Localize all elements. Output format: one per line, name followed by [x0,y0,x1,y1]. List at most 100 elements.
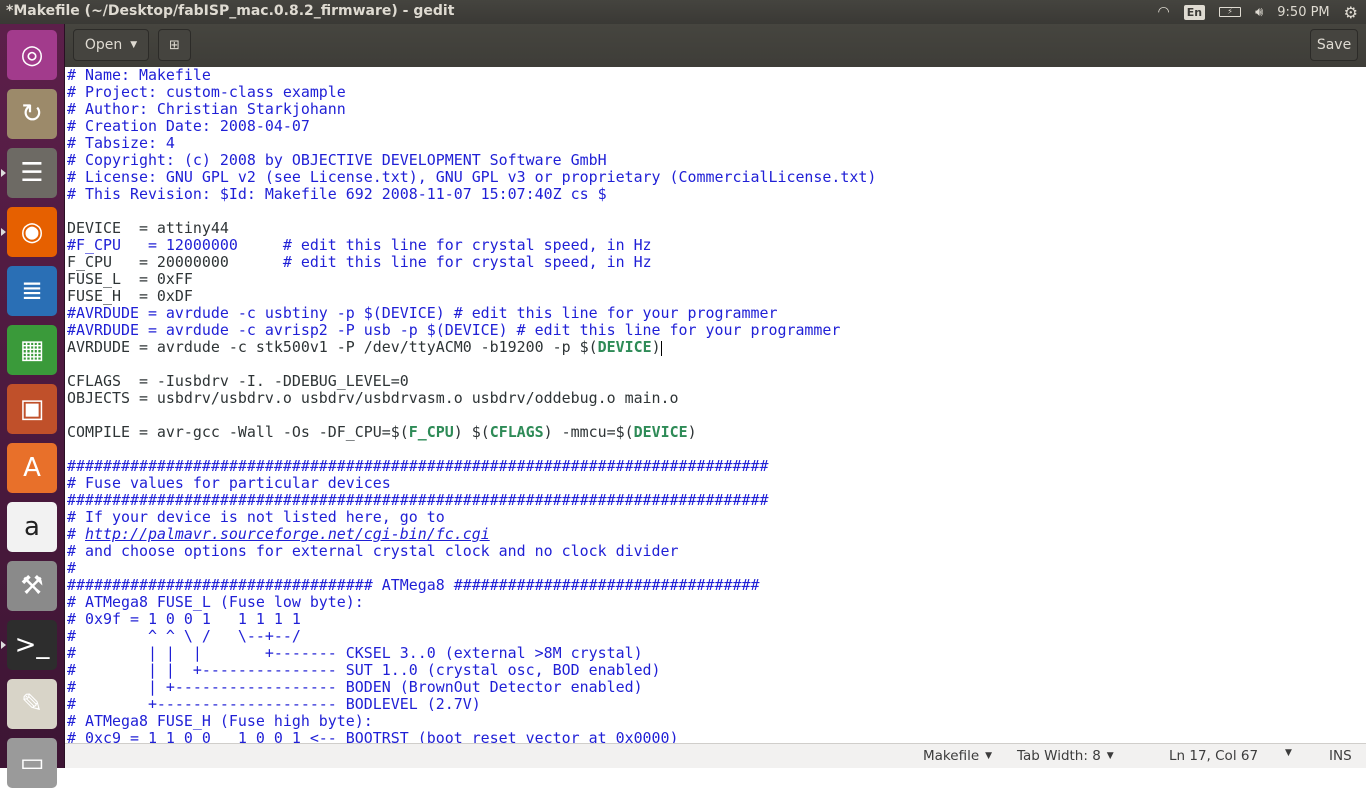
tab-width-selector[interactable]: Tab Width: 8 ▼ [1017,748,1114,764]
code-token: # License: GNU GPL v2 (see License.txt),… [67,168,877,186]
top-panel: *Makefile (~/Desktop/fabISP_mac.0.8.2_fi… [0,0,1366,24]
launcher-software-center-icon[interactable]: A [7,443,57,493]
code-token: CFLAGS [489,423,544,441]
chevron-down-icon: ▼ [1106,751,1114,761]
code-line: # | | +--------------- SUT 1..0 (crystal… [65,662,1366,679]
code-line: AVRDUDE = avrdude -c stk500v1 -P /dev/tt… [65,339,1366,356]
volume-icon[interactable]: 🔊︎ [1255,5,1263,20]
code-token: # This Revision: $Id: Makefile 692 2008-… [67,185,607,203]
launcher-firefox-icon[interactable]: ◉ [7,207,57,257]
launcher-libreoffice-impress-icon[interactable]: ▣ [7,384,57,434]
code-token: #F_CPU = 12000000 # edit this line for c… [67,236,652,254]
launcher-files-icon[interactable]: ☰ [7,148,57,198]
code-line: ################################## ATMeg… [65,577,1366,594]
code-line: # http://palmavr.sourceforge.net/cgi-bin… [65,526,1366,543]
launcher-libreoffice-calc-icon[interactable]: ▦ [7,325,57,375]
save-button[interactable]: Save [1310,29,1358,61]
code-token: CFLAGS = -Iusbdrv -I. -DDEBUG_LEVEL=0 [67,372,409,390]
launcher-system-settings-icon[interactable]: ⚒ [7,561,57,611]
code-token: # Name: Makefile [67,67,211,84]
code-token: ########################################… [67,491,769,509]
code-token: # [67,525,85,543]
code-token: #AVRDUDE = avrdude -c usbtiny -p $(DEVIC… [67,304,778,322]
chevron-down-icon: ▼ [1285,748,1292,758]
code-line: # ATMega8 FUSE_L (Fuse low byte): [65,594,1366,611]
code-line: # 0x9f = 1 0 0 1 1 1 1 1 [65,611,1366,628]
language-label: Makefile [923,748,980,764]
code-line: ########################################… [65,492,1366,509]
insert-mode[interactable]: INS [1329,748,1352,764]
code-line: # Author: Christian Starkjohann [65,101,1366,118]
code-token: FUSE_H = 0xDF [67,287,193,305]
code-token: #AVRDUDE = avrdude -c avrisp2 -P usb -p … [67,321,841,339]
code-token: # Copyright: (c) 2008 by OBJECTIVE DEVEL… [67,151,607,169]
code-token: DEVICE [597,338,652,356]
launcher-libreoffice-writer-icon[interactable]: ≣ [7,266,57,316]
cursor-position[interactable]: Ln 17, Col 67 [1169,748,1258,764]
launcher-ubuntu-dash-icon[interactable]: ◎ [7,30,57,80]
position-menu-button[interactable]: ▼ [1285,748,1292,758]
launcher-backup-icon[interactable]: ↻ [7,89,57,139]
open-label: Open [84,37,123,53]
cursor-position-label: Ln 17, Col 67 [1169,748,1259,764]
keyboard-layout-indicator[interactable]: En [1183,4,1206,20]
code-token: ########################################… [67,457,769,475]
launcher-amazon-icon[interactable]: a [7,502,57,552]
tab-width-label: Tab Width: 8 [1017,748,1101,764]
battery-icon[interactable]: ⚡ [1219,7,1242,17]
code-token: # +-------------------- BODLEVEL (2.7V) [67,695,481,713]
code-line: # ^ ^ \ / \--+--/ [65,628,1366,645]
code-line: DEVICE = attiny44 [65,220,1366,237]
code-line: # Project: custom-class example [65,84,1366,101]
text-editor[interactable]: # Name: Makefile # Project: custom-class … [65,67,1366,743]
header-bar: Open ▼ ⊞ Save [65,24,1366,67]
indicator-area: ◠ En ⚡ 🔊︎ 9:50 PM ⚙ [1157,0,1358,24]
status-bar: Makefile ▼ Tab Width: 8 ▼ Ln 17, Col 67 ▼ … [65,743,1366,768]
code-line: #AVRDUDE = avrdude -c avrisp2 -P usb -p … [65,322,1366,339]
code-token: # and choose options for external crysta… [67,542,679,560]
code-token: # [67,559,76,577]
code-line: # Tabsize: 4 [65,135,1366,152]
wifi-icon[interactable]: ◠ [1157,4,1169,20]
code-token: # | +------------------ BODEN (BrownOut … [67,678,643,696]
code-line: OBJECTS = usbdrv/usbdrv.o usbdrv/usbdrva… [65,390,1366,407]
code-line: # License: GNU GPL v2 (see License.txt),… [65,169,1366,186]
code-token: # ATMega8 FUSE_L (Fuse low byte): [67,593,364,611]
clock[interactable]: 9:50 PM [1277,5,1329,20]
code-line: # +-------------------- BODLEVEL (2.7V) [65,696,1366,713]
code-line: # This Revision: $Id: Makefile 692 2008-… [65,186,1366,203]
code-line: #AVRDUDE = avrdude -c usbtiny -p $(DEVIC… [65,305,1366,322]
code-token: # Author: Christian Starkjohann [67,100,346,118]
launcher: ◎ ↻ ☰ ◉ ≣ ▦ ▣ Aa ⚒ >_ ✎ ▭ [0,24,65,788]
code-token: AVRDUDE = avrdude -c stk500v1 -P /dev/tt… [67,338,598,356]
code-token: # Creation Date: 2008-04-07 [67,117,310,135]
open-button[interactable]: Open ▼ [73,29,149,61]
running-indicator [1,169,6,177]
code-line: #F_CPU = 12000000 # edit this line for c… [65,237,1366,254]
launcher-disk-icon[interactable]: ▭ [7,738,57,788]
code-token: ################################## ATMeg… [67,576,760,594]
code-token: OBJECTS = usbdrv/usbdrv.o usbdrv/usbdrva… [67,389,679,407]
language-selector[interactable]: Makefile ▼ [923,748,992,764]
code-line: COMPILE = avr-gcc -Wall -Os -DF_CPU=$(F_… [65,424,1366,441]
text-cursor [660,340,662,356]
code-line: # [65,560,1366,577]
code-line: # ATMega8 FUSE_H (Fuse high byte): [65,713,1366,730]
code-line: CFLAGS = -Iusbdrv -I. -DDEBUG_LEVEL=0 [65,373,1366,390]
power-gear-icon[interactable]: ⚙ [1344,3,1358,22]
launcher-text-editor-icon[interactable]: ✎ [7,679,57,729]
code-token: ) [651,338,661,356]
launcher-terminal-icon[interactable]: >_ [7,620,57,670]
code-line: # Creation Date: 2008-04-07 [65,118,1366,135]
new-document-button[interactable]: ⊞ [158,29,191,61]
code-token: # | | | +------- CKSEL 3..0 (external >8… [67,644,643,662]
code-token: # ATMega8 FUSE_H (Fuse high byte): [67,712,373,730]
code-token: # ^ ^ \ / \--+--/ [67,627,301,645]
code-token: ) -mmcu=$( [543,423,634,441]
code-token: # Tabsize: 4 [67,134,175,152]
code-link[interactable]: http://palmavr.sourceforge.net/cgi-bin/f… [85,525,490,543]
code-token: F_CPU [408,423,454,441]
code-line: # | | | +------- CKSEL 3..0 (external >8… [65,645,1366,662]
